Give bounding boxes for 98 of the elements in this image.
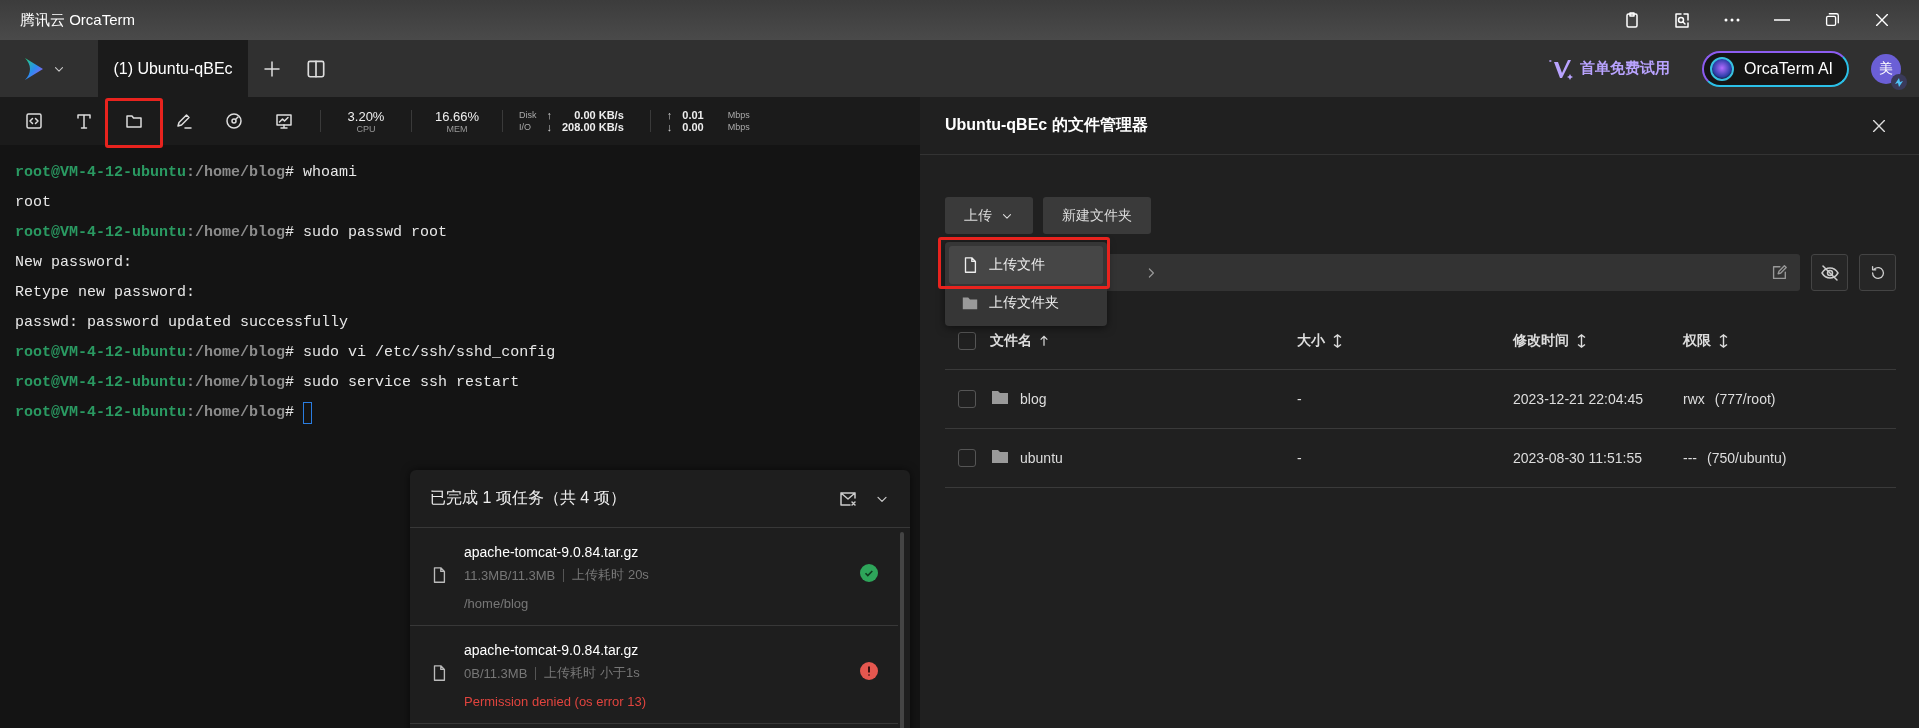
task-size: 0B/11.3MB [464, 665, 528, 681]
file-name[interactable]: blog [1020, 391, 1047, 407]
output-text: New password: [15, 253, 133, 273]
panel-title: Ubuntu-qBEc 的文件管理器 [945, 115, 1149, 135]
prompt-path: :/home/blog [186, 223, 286, 243]
sort-icon[interactable] [1577, 334, 1586, 348]
prompt-user: root@VM-4-12-ubuntu [15, 373, 187, 393]
orb-icon [1710, 56, 1735, 81]
sort-icon[interactable] [1333, 334, 1342, 348]
user-avatar[interactable]: 美 [1871, 53, 1901, 84]
prompt-path: :/home/blog [186, 343, 286, 363]
text-icon [74, 111, 94, 131]
column-header[interactable]: 大小 [1297, 332, 1325, 350]
stat-value: 3.20% [347, 108, 385, 124]
prompt-symbol: # [285, 223, 295, 243]
arrow-glyph: ↑ [546, 109, 552, 121]
prompt-user: root@VM-4-12-ubuntu [15, 223, 187, 243]
task-duration: 上传耗时 小于1s [544, 664, 640, 682]
output-text: root [15, 193, 51, 213]
task-panel-title: 已完成 1 项任务（共 4 项） [430, 488, 627, 508]
table-cell-text: - [1297, 391, 1303, 407]
chart-monitor-icon [274, 111, 294, 131]
eye-off-icon [1819, 262, 1840, 283]
command-text: sudo vi /etc/ssh/sshd_config [302, 343, 556, 363]
stat-value: 0.00 KB/s [573, 109, 624, 121]
stat-value: 0.01 [682, 109, 704, 121]
unit-label: Mbps [727, 110, 750, 120]
file-name[interactable]: ubuntu [1020, 450, 1063, 466]
command-text: sudo passwd root [302, 223, 448, 243]
upload-button[interactable]: 上传 [945, 197, 1033, 234]
menu-item[interactable]: 上传文件夹 [949, 284, 1103, 322]
arrow-glyph: ↑ [666, 109, 673, 121]
stat-value: 0.00 [682, 121, 704, 133]
session-tab[interactable]: (1) Ubuntu-qBEc [98, 40, 248, 97]
arrow-glyph: ↓ [666, 121, 673, 133]
prompt-path: :/home/blog [186, 403, 286, 423]
stat-value: 208.00 KB/s [562, 121, 624, 133]
window-title: 腾讯云 OrcaTerm [20, 10, 136, 30]
prompt-symbol: # [285, 373, 295, 393]
error-message: Permission denied (os error 13) [464, 694, 648, 709]
pen-icon [174, 111, 194, 131]
gauge-icon [224, 111, 244, 131]
permission-mode: --- [1683, 450, 1697, 466]
table-cell-text: - [1297, 450, 1303, 466]
ai-assistant-button[interactable]: OrcaTerm AI [1702, 50, 1849, 87]
edit-icon [1770, 263, 1788, 282]
task-file-name: apache-tomcat-9.0.84.tar.gz [464, 642, 640, 658]
file-search-icon [1672, 10, 1692, 30]
plus-icon [262, 58, 282, 79]
stat-label: CPU [356, 123, 376, 134]
permission-mode: rwx [1683, 391, 1705, 407]
prompt-symbol: # [285, 163, 295, 183]
column-header[interactable]: 权限 [1683, 332, 1711, 350]
row-checkbox[interactable] [958, 449, 976, 467]
more-icon [1724, 18, 1740, 22]
permission-owner: (750/ubuntu) [1707, 450, 1787, 466]
prompt-symbol: # [285, 343, 295, 363]
sparkle-v-icon [1548, 57, 1575, 80]
refresh-button[interactable] [1859, 254, 1896, 291]
arrow-glyph: ↓ [546, 121, 552, 133]
unit-label: Mbps [727, 122, 750, 132]
stat-value: 16.66% [434, 108, 480, 124]
close-icon [1873, 11, 1891, 29]
permission-owner: (777/root) [1714, 391, 1776, 407]
toggle-hidden-button[interactable] [1811, 254, 1848, 291]
table-cell-text: 2023-12-21 22:04:45 [1513, 391, 1644, 407]
split-view-icon [305, 57, 327, 80]
prompt-user: root@VM-4-12-ubuntu [15, 403, 187, 423]
sort-icon[interactable] [1719, 334, 1728, 348]
output-text: passwd: password updated successfully [15, 313, 349, 333]
row-checkbox[interactable] [958, 390, 976, 408]
column-header[interactable]: 修改时间 [1513, 332, 1569, 350]
output-text: Retype new password: [15, 283, 196, 303]
new-folder-button[interactable]: 新建文件夹 [1043, 197, 1151, 234]
table-cell-text: 2023-08-30 11:51:55 [1513, 450, 1643, 466]
task-file-name: apache-tomcat-9.0.84.tar.gz [464, 544, 640, 560]
prompt-user: root@VM-4-12-ubuntu [15, 163, 187, 183]
prompt-path: :/home/blog [186, 163, 286, 183]
free-trial-link[interactable]: 首单免费试用 [1542, 56, 1677, 81]
restore-icon [1823, 11, 1841, 29]
prompt-symbol: # [285, 403, 295, 423]
prompt-path: :/home/blog [186, 373, 286, 393]
sort-ascending-icon[interactable] [1040, 335, 1048, 347]
task-duration: 上传耗时 20s [572, 566, 649, 584]
select-all-checkbox[interactable] [958, 332, 976, 350]
task-path: /home/blog [464, 596, 530, 611]
stat-label: I/O [519, 122, 532, 132]
command-text: whoami [302, 163, 358, 183]
menu-item[interactable]: 上传文件 [949, 246, 1103, 284]
task-size: 11.3MB/11.3MB [464, 567, 556, 583]
stat-label: MEM [446, 123, 468, 134]
stat-label: Disk [519, 110, 537, 120]
command-text: sudo service ssh restart [302, 373, 520, 393]
code-icon [24, 111, 44, 131]
column-header[interactable]: 文件名 [990, 332, 1032, 350]
prompt-user: root@VM-4-12-ubuntu [15, 343, 187, 363]
badge-icon [1891, 73, 1907, 90]
minimize-icon [1774, 19, 1790, 21]
